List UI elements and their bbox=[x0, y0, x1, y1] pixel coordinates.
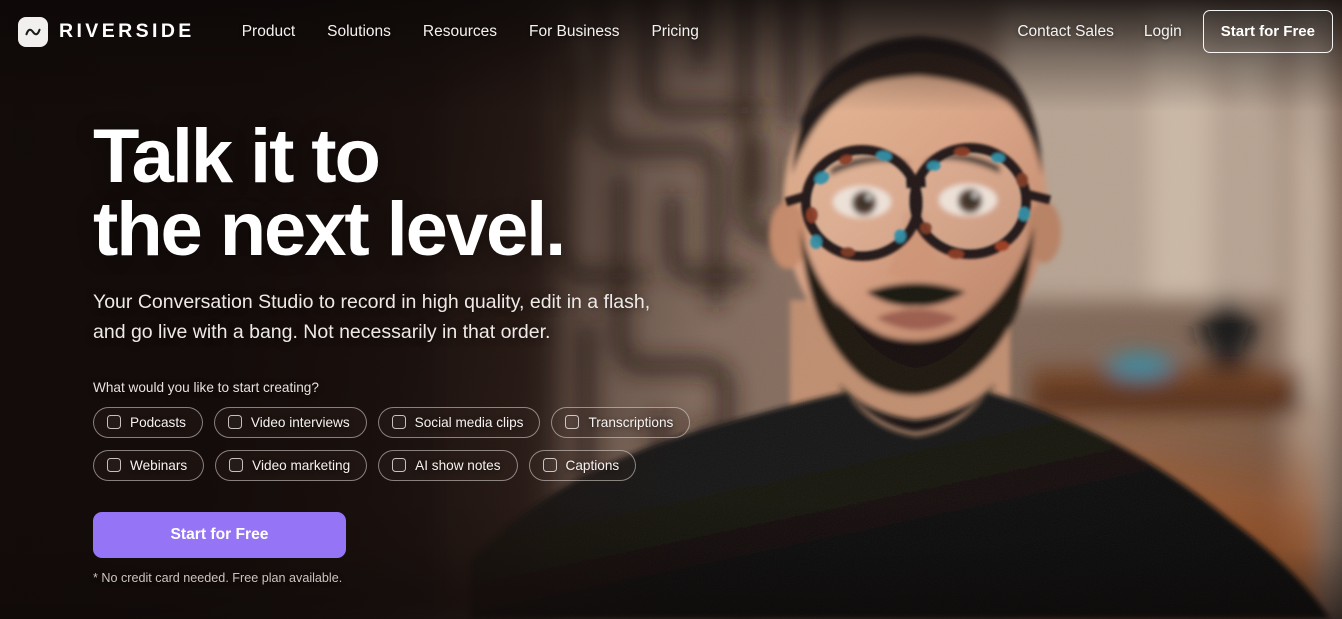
checkbox-icon[interactable] bbox=[229, 458, 244, 473]
checkbox-icon[interactable] bbox=[391, 415, 406, 430]
checkbox-icon[interactable] bbox=[565, 415, 580, 430]
checkbox-icon[interactable] bbox=[107, 415, 121, 430]
chip-label: Webinars bbox=[130, 457, 188, 473]
chip-label: Transcriptions bbox=[588, 414, 674, 430]
nav-item-pricing[interactable]: Pricing bbox=[651, 23, 698, 41]
chip-ai-show-notes[interactable]: AI show notes bbox=[378, 449, 518, 481]
hero-cta-group: Start for Free * No credit card needed. … bbox=[93, 511, 733, 585]
chip-video-interviews[interactable]: Video interviews bbox=[213, 406, 367, 438]
checkbox-icon[interactable] bbox=[542, 458, 557, 473]
nav-item-product[interactable]: Product bbox=[242, 23, 295, 41]
login-link[interactable]: Login bbox=[1144, 23, 1182, 41]
chip-label: Social media clips bbox=[414, 414, 524, 430]
chip-webinars[interactable]: Webinars bbox=[93, 449, 205, 481]
chip-label: Video interviews bbox=[250, 414, 350, 430]
chip-captions[interactable]: Captions bbox=[528, 449, 637, 481]
chip-social-media-clips[interactable]: Social media clips bbox=[377, 406, 541, 438]
hero-content: Talk it to the next level. Your Conversa… bbox=[93, 114, 733, 585]
waveform-icon bbox=[18, 16, 48, 47]
nav-item-solutions[interactable]: Solutions bbox=[327, 23, 391, 41]
checkbox-icon[interactable] bbox=[107, 458, 121, 473]
chip-label: Video marketing bbox=[252, 457, 351, 473]
hero-headline: Talk it to the next level. bbox=[93, 114, 566, 272]
cta-fineprint: * No credit card needed. Free plan avail… bbox=[93, 570, 343, 585]
chip-label: Captions bbox=[565, 457, 620, 473]
chip-transcriptions[interactable]: Transcriptions bbox=[551, 406, 691, 438]
nav-start-for-free-button[interactable]: Start for Free bbox=[1202, 10, 1333, 53]
chip-podcasts[interactable]: Podcasts bbox=[93, 406, 203, 438]
nav-item-resources[interactable]: Resources bbox=[423, 23, 497, 41]
top-navigation-bar: RIVERSIDE Product Solutions Resources Fo… bbox=[0, 0, 1342, 63]
creation-options-row-1: Podcasts Video interviews Social media c… bbox=[93, 406, 733, 438]
nav-right-actions: Contact Sales Login Start for Free bbox=[1017, 10, 1342, 53]
chip-label: AI show notes bbox=[415, 457, 501, 473]
chip-video-marketing[interactable]: Video marketing bbox=[215, 449, 368, 481]
brand-name: RIVERSIDE bbox=[59, 20, 195, 42]
hero-section: RIVERSIDE Product Solutions Resources Fo… bbox=[0, 0, 1342, 619]
hero-subheadline: Your Conversation Studio to record in hi… bbox=[93, 291, 651, 343]
contact-sales-link[interactable]: Contact Sales bbox=[1017, 23, 1114, 41]
checkbox-icon[interactable] bbox=[227, 415, 242, 430]
creation-options-row-2: Webinars Video marketing AI show notes C… bbox=[93, 449, 733, 481]
checkbox-icon[interactable] bbox=[392, 458, 407, 473]
chip-label: Podcasts bbox=[130, 414, 186, 430]
brand-logo-link[interactable]: RIVERSIDE bbox=[18, 16, 195, 47]
creation-prompt-label: What would you like to start creating? bbox=[93, 379, 319, 395]
primary-nav-links: Product Solutions Resources For Business… bbox=[242, 23, 699, 41]
hero-start-for-free-button[interactable]: Start for Free bbox=[93, 511, 346, 558]
nav-item-for-business[interactable]: For Business bbox=[529, 23, 619, 41]
